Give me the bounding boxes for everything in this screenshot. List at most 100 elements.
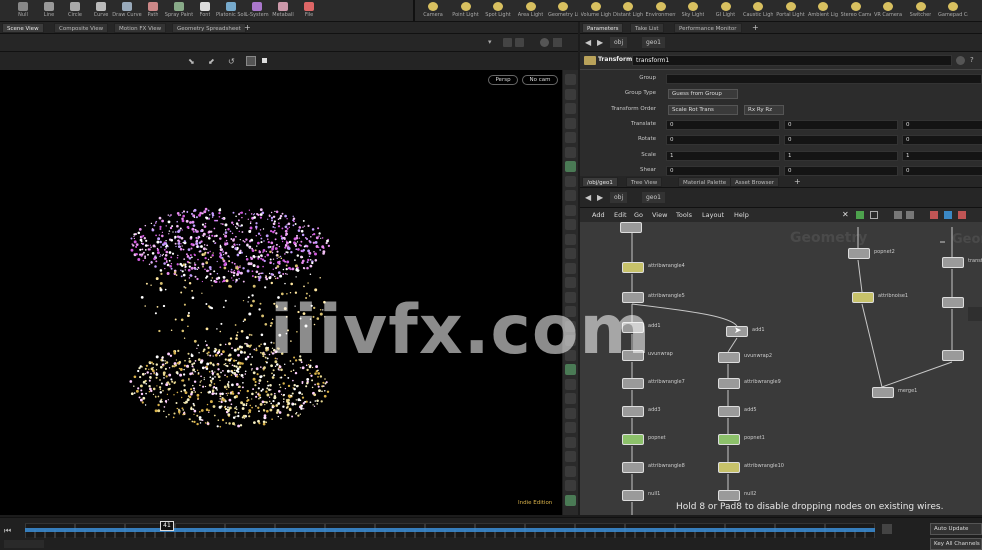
light-shelf-tool[interactable]: VR Camera [873, 1, 903, 21]
network-node[interactable] [718, 434, 740, 445]
gear-icon[interactable] [956, 56, 965, 65]
display-option-icon[interactable] [565, 407, 576, 419]
network-node[interactable] [942, 350, 964, 361]
light-shelf-tool[interactable]: Point Light [451, 1, 481, 21]
light-shelf-tool[interactable]: Geometry Light [548, 1, 578, 21]
display-option-icon[interactable] [565, 480, 576, 491]
param-value-field[interactable]: 0 [902, 119, 982, 130]
display-option-icon[interactable] [565, 74, 576, 85]
network-tab[interactable]: /obj/geo1 [582, 177, 618, 187]
play-start-icon[interactable]: ⏮ [4, 526, 11, 536]
add-tab-icon[interactable]: + [752, 23, 759, 32]
display-option-icon[interactable] [565, 451, 576, 462]
forward-arrow-icon[interactable]: ▶ [597, 38, 603, 47]
display-flag-icon[interactable] [944, 211, 952, 219]
param-dropdown[interactable]: Guess from Group [668, 89, 738, 100]
render-flag-icon[interactable] [958, 211, 966, 219]
display-option-icon[interactable] [565, 277, 576, 288]
select-tool-icon[interactable]: ⬊ [188, 57, 195, 66]
tab-parameters[interactable]: Parameters [582, 23, 624, 33]
network-view-icon[interactable] [870, 211, 878, 219]
display-option-icon[interactable] [565, 204, 576, 216]
param-value-field[interactable]: 0 [666, 135, 780, 146]
param-dropdown[interactable]: Scale Rot Trans [668, 104, 738, 115]
light-shelf-tool[interactable]: Portal Light [776, 1, 806, 21]
light-shelf-tool[interactable]: Stereo Camera [841, 1, 871, 21]
display-option-icon[interactable] [565, 146, 576, 158]
light-shelf-tool[interactable]: Ambient Light [808, 1, 838, 21]
display-option-icon[interactable] [565, 233, 576, 245]
param-value-field[interactable]: 0 [666, 165, 780, 176]
tab-geometry-spreadsheet[interactable]: Geometry Spreadsheet [172, 23, 246, 33]
tab-take-list[interactable]: Take List [630, 23, 664, 33]
display-option-icon[interactable] [565, 132, 576, 143]
light-shelf-tool[interactable]: GI Light [711, 1, 741, 21]
dropdown-arrow-icon[interactable]: ▾ [488, 38, 496, 46]
path-obj[interactable]: obj [610, 37, 628, 48]
light-shelf-tool[interactable]: Caustic Light [743, 1, 773, 21]
network-node[interactable] [718, 378, 740, 389]
param-value-field[interactable]: 1 [784, 150, 898, 161]
display-option-icon[interactable] [565, 103, 576, 114]
layout-icon[interactable] [906, 211, 914, 219]
key-icon[interactable] [882, 524, 892, 534]
param-dropdown[interactable]: Rx Ry Rz [744, 104, 784, 115]
display-option-icon[interactable] [565, 219, 576, 230]
group-field[interactable] [666, 74, 982, 84]
snap-icon[interactable] [246, 56, 256, 66]
network-path-obj[interactable]: obj [610, 192, 628, 203]
back-arrow-icon[interactable]: ◀ [585, 38, 591, 47]
network-node[interactable] [872, 387, 894, 398]
network-tab[interactable]: Tree View [626, 177, 663, 187]
network-menu-item[interactable]: Layout [702, 211, 724, 219]
flag-icon[interactable] [930, 211, 938, 219]
display-option-icon[interactable] [565, 494, 576, 506]
network-menu-item[interactable]: Help [734, 211, 749, 219]
display-option-icon[interactable] [565, 248, 576, 259]
shelf-tool[interactable]: File [294, 1, 324, 21]
display-icon[interactable] [262, 58, 267, 63]
light-shelf-tool[interactable]: Switcher [906, 1, 936, 21]
link-icon[interactable] [515, 38, 524, 47]
add-tab-icon[interactable]: + [794, 177, 801, 186]
param-value-field[interactable]: 0 [784, 135, 898, 146]
network-tab[interactable]: Asset Browser [730, 177, 780, 187]
network-path-node[interactable]: geo1 [642, 192, 665, 203]
network-menu-item[interactable]: Add [592, 211, 605, 219]
display-option-icon[interactable] [565, 190, 576, 201]
settings-gear-icon[interactable] [540, 38, 549, 47]
network-node[interactable] [848, 248, 870, 259]
light-shelf-tool[interactable]: Spot Light [483, 1, 513, 21]
network-menu-item[interactable]: View [652, 211, 667, 219]
display-option-icon[interactable] [565, 117, 576, 129]
light-shelf-tool[interactable]: Area Light [516, 1, 546, 21]
network-node[interactable] [622, 490, 644, 501]
network-tab[interactable]: Material Palette [678, 177, 732, 187]
display-option-icon[interactable] [565, 422, 576, 433]
display-option-icon[interactable] [565, 161, 576, 172]
back-arrow-icon[interactable]: ◀ [585, 193, 591, 202]
light-shelf-tool[interactable]: Gamepad Camera [938, 1, 968, 21]
network-node[interactable] [620, 222, 642, 233]
add-tab-icon[interactable]: + [244, 23, 251, 32]
param-value-field[interactable]: 0 [666, 119, 780, 130]
transform-tool-icon[interactable]: ⬋ [208, 57, 215, 66]
network-node[interactable] [852, 292, 874, 303]
network-node[interactable] [942, 257, 964, 268]
maximize-icon[interactable] [553, 38, 562, 47]
display-option-icon[interactable] [565, 88, 576, 100]
param-value-field[interactable]: 1 [902, 150, 982, 161]
network-node[interactable] [622, 262, 644, 273]
light-shelf-tool[interactable]: Camera [418, 1, 448, 21]
key-channels-menu[interactable]: Key All Channels [930, 538, 982, 550]
display-option-icon[interactable] [565, 175, 576, 187]
tab-motion-fx-view[interactable]: Motion FX View [114, 23, 167, 33]
node-name-field[interactable]: transform1 [632, 55, 952, 66]
light-shelf-tool[interactable]: Distant Light [613, 1, 643, 21]
network-menu-item[interactable]: Go [634, 211, 643, 219]
display-option-icon[interactable] [565, 393, 576, 404]
display-option-icon[interactable] [565, 465, 576, 477]
network-node[interactable] [622, 434, 644, 445]
network-node[interactable] [622, 406, 644, 417]
display-option-icon[interactable] [565, 436, 576, 448]
